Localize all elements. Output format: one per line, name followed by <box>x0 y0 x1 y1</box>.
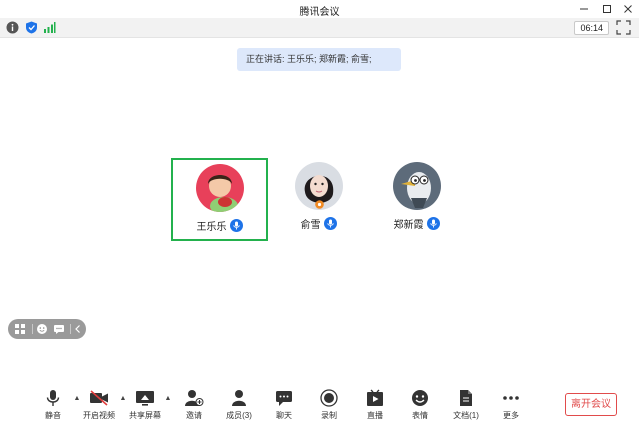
document-icon <box>460 390 472 406</box>
start-video-label: 开启视频 <box>83 411 115 420</box>
mic-on-icon <box>323 217 337 230</box>
live-label: 直播 <box>367 411 383 420</box>
close-icon <box>624 5 632 13</box>
window-title: 腾讯会议 <box>299 7 340 18</box>
maximize-button[interactable] <box>599 1 615 17</box>
record-label: 录制 <box>321 411 337 420</box>
members-icon <box>232 390 246 406</box>
mic-on-icon <box>229 219 243 232</box>
avatar <box>392 162 441 210</box>
record-icon <box>320 389 338 407</box>
reactions-button[interactable]: 表情 <box>397 389 443 423</box>
minimize-button[interactable] <box>576 1 592 17</box>
participant-tile[interactable]: 郑新霞 <box>368 158 465 241</box>
members-label: 成员(3) <box>226 411 252 420</box>
avatar <box>195 164 244 212</box>
divider <box>70 324 71 334</box>
live-button[interactable]: 直播 <box>352 389 398 423</box>
more-label: 更多 <box>503 411 519 420</box>
chat-label: 聊天 <box>276 411 292 420</box>
participant-name: 郑新霞 <box>393 220 424 231</box>
mute-label: 静音 <box>45 411 61 420</box>
leave-meeting-button[interactable]: 离开会议 <box>565 393 617 416</box>
close-button[interactable] <box>620 1 636 17</box>
participant-name: 王乐乐 <box>196 222 227 233</box>
invite-icon <box>185 390 204 406</box>
emoji-icon <box>412 390 428 406</box>
host-badge-icon <box>314 200 324 209</box>
reactions-label: 表情 <box>412 411 428 420</box>
chat-button[interactable]: 聊天 <box>261 389 307 423</box>
status-bar: 06:14 <box>0 18 639 38</box>
share-screen-icon <box>136 391 154 406</box>
share-screen-label: 共享屏幕 <box>129 411 161 420</box>
fullscreen-icon[interactable] <box>616 20 631 35</box>
invite-label: 邀请 <box>186 411 202 420</box>
emoji-icon[interactable] <box>36 323 48 335</box>
participant-tile[interactable]: 俞雪 <box>270 158 367 241</box>
title-bar: 腾讯会议 <box>0 0 639 18</box>
share-screen-button[interactable]: 共享屏幕 <box>122 389 168 423</box>
microphone-icon <box>46 390 60 406</box>
divider <box>32 324 33 334</box>
participant-name-row: 郑新霞 <box>368 216 465 231</box>
chat-icon <box>276 391 292 406</box>
documents-button[interactable]: 文档(1) <box>443 389 489 423</box>
minimize-icon <box>580 8 588 10</box>
signal-strength-icon[interactable] <box>43 21 56 34</box>
maximize-icon <box>603 5 611 13</box>
participant-name-row: 俞雪 <box>270 216 367 231</box>
layout-grid-icon[interactable] <box>14 323 26 335</box>
security-shield-icon[interactable] <box>25 21 38 34</box>
participant-name-row: 王乐乐 <box>173 218 266 233</box>
start-video-button[interactable]: 开启视频 <box>76 389 122 423</box>
participant-name: 俞雪 <box>300 220 321 231</box>
speaking-banner: 正在讲话: 王乐乐; 郑新霞; 俞雪; <box>237 48 401 71</box>
record-button[interactable]: 录制 <box>306 389 352 423</box>
info-icon[interactable] <box>6 21 19 34</box>
mute-button[interactable]: 静音 <box>30 389 76 423</box>
chat-icon[interactable] <box>53 323 65 335</box>
participant-tile[interactable]: 王乐乐 <box>171 158 268 241</box>
video-off-icon <box>90 390 108 406</box>
documents-label: 文档(1) <box>453 411 479 420</box>
bottom-toolbar: 静音 ▲ 开启视频 ▲ 共享屏幕 ▲ 邀请 成员(3) 聊天 录制 直播 表情 … <box>0 383 639 426</box>
invite-button[interactable]: 邀请 <box>171 389 217 423</box>
floating-toolbar <box>8 319 86 339</box>
meeting-timer: 06:14 <box>574 21 609 35</box>
live-icon <box>367 389 383 406</box>
more-icon <box>503 396 519 400</box>
more-button[interactable]: 更多 <box>488 389 534 423</box>
mic-on-icon <box>426 217 440 230</box>
avatar <box>294 162 343 210</box>
collapse-chevron-icon[interactable] <box>72 323 84 335</box>
members-button[interactable]: 成员(3) <box>216 389 262 423</box>
